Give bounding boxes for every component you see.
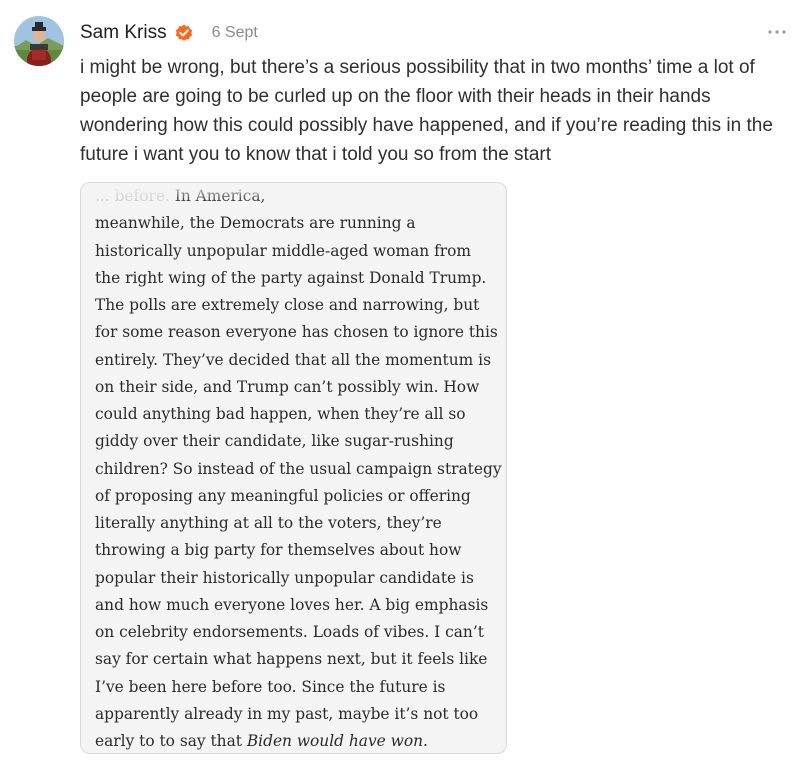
quoted-excerpt-text: ... before. In America, meanwhile, the D… <box>95 183 502 753</box>
note-post: Sam Kriss 6 Sept i might be wrong, but t… <box>0 0 800 769</box>
avatar[interactable] <box>14 16 64 66</box>
quote-line: say for certain what happens next, but i… <box>95 650 488 669</box>
post-date[interactable]: 6 Sept <box>212 24 258 42</box>
quote-faded-text: ... before. <box>95 187 170 205</box>
quote-line: historically unpopular middle-aged woman… <box>95 241 472 260</box>
quote-line: meanwhile, the Democrats are running a <box>95 214 416 233</box>
post-body-text: i might be wrong, but there’s a serious … <box>80 57 773 165</box>
avatar-image <box>14 16 64 66</box>
author-name[interactable]: Sam Kriss <box>80 22 167 44</box>
quote-italic-text: Biden would have won <box>246 732 424 750</box>
quoted-excerpt-card[interactable]: ... before. In America, meanwhile, the D… <box>80 182 507 754</box>
quote-text-fragment: In America, <box>169 187 266 205</box>
quote-line: early to to say that Biden would have wo… <box>95 728 499 753</box>
more-options-icon[interactable] <box>766 24 788 40</box>
quote-line: throwing a big party for themselves abou… <box>95 541 462 560</box>
quote-line: entirely. They’ve decided that all the m… <box>95 350 491 369</box>
quote-text-fragment: . <box>423 732 428 750</box>
quote-line: I’ve been here before too. Since the fut… <box>95 677 446 696</box>
quote-line: the right wing of the party against Dona… <box>95 268 487 287</box>
verified-check-icon <box>175 24 193 42</box>
quote-line: apparently already in my past, maybe it’… <box>95 704 479 723</box>
quote-line: giddy over their candidate, like sugar-r… <box>95 432 454 451</box>
quote-line: on their side, and Trump can’t possibly … <box>95 377 480 396</box>
quote-line: on celebrity endorsements. Loads of vibe… <box>95 623 484 641</box>
quote-line: of proposing any meaningful policies or … <box>95 486 471 505</box>
quote-line: and how much everyone loves her. A big e… <box>95 595 489 614</box>
quote-line: for some reason everyone has chosen to i… <box>95 323 498 342</box>
quote-text-fragment: early to to say that <box>95 732 247 750</box>
post-header: Sam Kriss 6 Sept <box>80 20 258 46</box>
quote-line: could anything bad happen, when they’re … <box>95 405 466 423</box>
quote-line: popular their historically unpopular can… <box>95 568 474 587</box>
quote-line: literally anything at all to the voters,… <box>95 514 442 532</box>
quote-line: children? So instead of the usual campai… <box>95 459 502 478</box>
quote-line: ... before. In America, <box>95 183 499 210</box>
quote-line: The polls are extremely close and narrow… <box>95 296 480 314</box>
